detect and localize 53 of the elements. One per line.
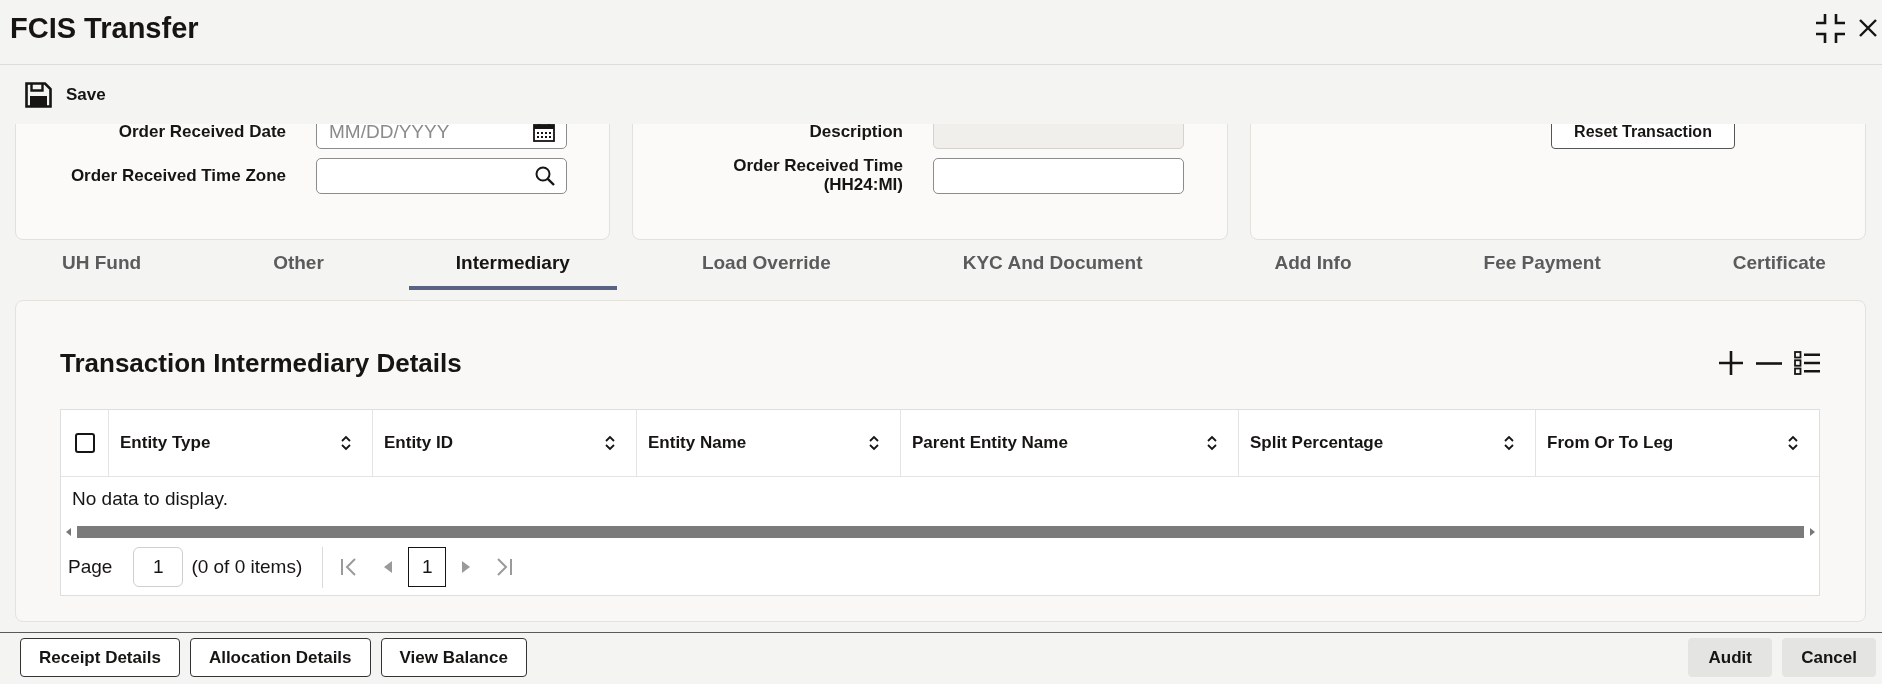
column-header: Entity Name (648, 433, 747, 453)
sort-icon[interactable] (1206, 434, 1218, 452)
tab[interactable]: UH Fund (15, 242, 189, 290)
tab[interactable]: Fee Payment (1436, 242, 1648, 290)
scroll-right-icon[interactable] (1810, 528, 1815, 536)
tab[interactable]: Intermediary (408, 242, 617, 290)
scroll-left-icon[interactable] (66, 528, 71, 536)
footer-button[interactable]: Allocation Details (189, 638, 371, 677)
item-count: (0 of 0 items) (191, 556, 303, 578)
footer-button[interactable]: Cancel (1782, 638, 1876, 677)
text-field[interactable] (933, 158, 1184, 194)
footer-button[interactable]: Audit (1688, 638, 1773, 677)
tab[interactable]: Load Override (654, 242, 878, 290)
field-label: Order Received Time (HH24:MI) (732, 157, 903, 195)
empty-message: No data to display. (72, 488, 228, 510)
tab[interactable]: Other (226, 242, 371, 290)
date-field[interactable]: MM/DD/YYYY (316, 124, 567, 149)
sort-icon[interactable] (868, 434, 880, 452)
save-button[interactable]: Save (25, 81, 106, 108)
field-label: Order Received Time Zone (69, 166, 286, 186)
collapse-icon[interactable] (1816, 13, 1845, 43)
footer-button[interactable]: Receipt Details (20, 638, 180, 677)
column-header: Split Percentage (1250, 433, 1384, 453)
search-icon[interactable] (535, 166, 555, 186)
page-field[interactable]: 1 (133, 547, 184, 587)
window-title: FCIS Transfer (10, 10, 199, 46)
tab[interactable]: Certificate (1685, 242, 1873, 290)
scrollbar-thumb[interactable] (77, 526, 1804, 538)
sort-icon[interactable] (604, 434, 616, 452)
sort-icon[interactable] (1503, 434, 1515, 452)
checklist-icon[interactable] (1794, 351, 1820, 375)
column-header: From Or To Leg (1547, 433, 1674, 453)
column-header: Entity ID (384, 433, 453, 453)
footer-button[interactable]: View Balance (380, 638, 527, 677)
sort-icon[interactable] (1787, 434, 1799, 452)
select-all-checkbox[interactable] (74, 433, 95, 453)
column-header: Entity Type (120, 433, 211, 453)
section-title: Transaction Intermediary Details (60, 347, 462, 379)
minus-icon[interactable] (1756, 361, 1782, 365)
lookup-field[interactable] (316, 158, 567, 194)
page-label: Page (68, 556, 113, 578)
sort-icon[interactable] (340, 434, 352, 452)
tab[interactable]: Add Info (1227, 242, 1399, 290)
field-label: Description (808, 124, 903, 142)
close-icon[interactable] (1859, 19, 1877, 37)
field-label: Order Received Date (117, 124, 286, 142)
action-button[interactable]: Reset Transaction (1551, 124, 1735, 149)
calendar-icon[interactable] (533, 124, 555, 142)
page-button[interactable]: 1 (408, 547, 447, 587)
plus-icon[interactable] (1718, 350, 1744, 376)
tab[interactable]: KYC And Document (915, 242, 1190, 290)
column-header: Parent Entity Name (912, 433, 1068, 453)
save-icon (25, 81, 52, 108)
